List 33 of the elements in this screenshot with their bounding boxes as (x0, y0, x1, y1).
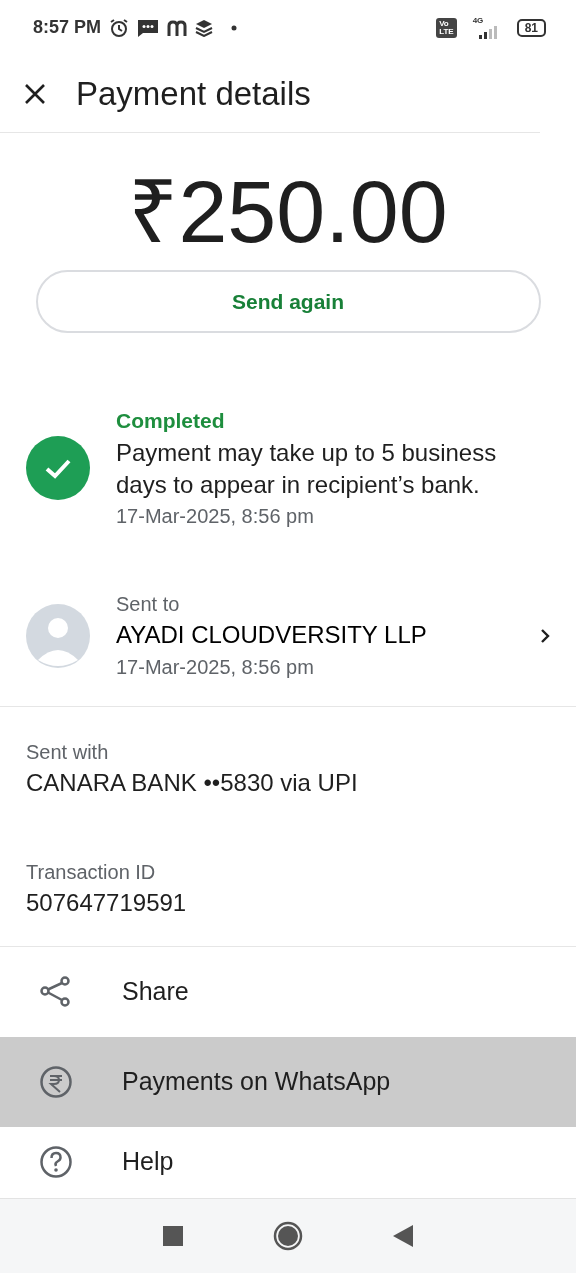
battery-level: 81 (516, 18, 546, 37)
recents-icon (163, 1225, 183, 1246)
network-type: 4G (472, 16, 484, 25)
detail-value: 507647719591 (26, 888, 188, 919)
back-icon (393, 1224, 413, 1247)
status-label: Completed (116, 408, 226, 435)
avatar-icon (26, 603, 90, 668)
detail-value: CANARA BANK ••5830 via UPI (26, 767, 359, 798)
status-time: 8:57 PM (33, 16, 102, 39)
send-again-button[interactable]: Send again (35, 270, 541, 334)
page-title: Payment details (76, 73, 311, 114)
m-logo-icon (167, 19, 188, 36)
status-date-text: 17-Mar-2025, 8:56 pm (116, 504, 315, 530)
volte-badge: Vo LTE (436, 17, 457, 38)
sent-to-label: Sent to (116, 592, 181, 618)
detail-label: Transaction ID (26, 860, 157, 886)
layers-icon (195, 18, 214, 37)
help-icon (40, 1146, 72, 1179)
close-button[interactable] (24, 81, 46, 106)
chevron-right-icon (540, 627, 550, 644)
detail-label: Sent with (26, 739, 110, 765)
check-circle-icon (26, 436, 90, 501)
recipient-name: AYADI CLOUDVERSITY LLP (116, 620, 428, 651)
home-icon (273, 1220, 303, 1251)
rupee-icon (40, 1065, 72, 1098)
menu-item[interactable]: Payments on WhatsApp (0, 1036, 576, 1127)
payment-amount: ₹250.00 (127, 161, 449, 263)
chat-icon (137, 17, 160, 38)
alarm-clock-icon (109, 17, 130, 38)
recipient-date-text: 17-Mar-2025, 8:56 pm (116, 654, 315, 680)
status-message: Payment may take up to 5 business days to appear in recipient’s bank. (116, 437, 498, 501)
dot-icon (231, 24, 238, 31)
share-icon (40, 975, 72, 1008)
